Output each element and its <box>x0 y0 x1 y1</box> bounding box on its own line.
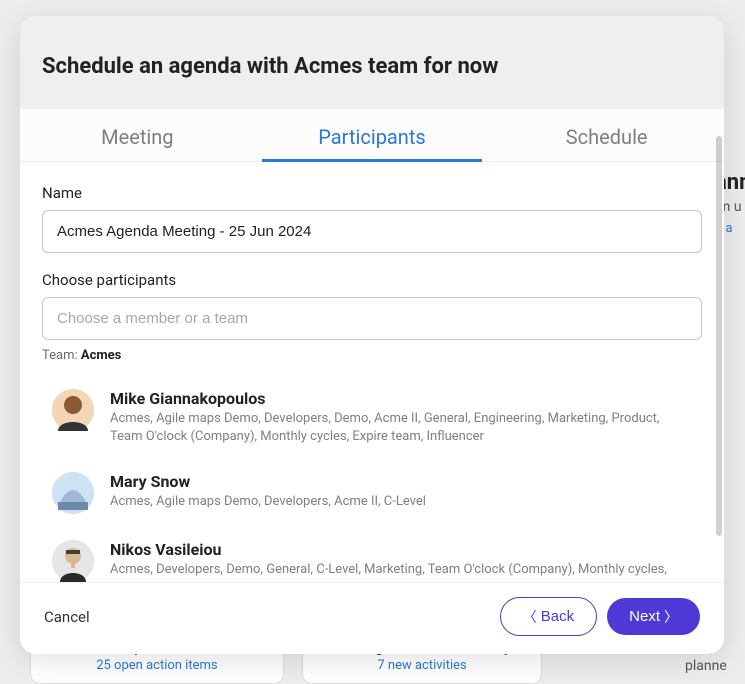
chevron-right-icon: 〉 <box>664 610 678 624</box>
participant-list: Mike Giannakopoulos Acmes, Agile maps De… <box>42 379 702 582</box>
schedule-modal: Schedule an agenda with Acmes team for n… <box>20 16 724 654</box>
modal-body: Name Choose participants Team: Acmes Mik… <box>20 162 724 582</box>
participant-name: Mary Snow <box>110 472 426 491</box>
chevron-left-icon: 〈 <box>523 610 537 624</box>
modal-header: Schedule an agenda with Acmes team for n… <box>20 16 724 109</box>
modal-footer: Cancel 〈 Back Next 〉 <box>20 582 724 654</box>
back-button[interactable]: 〈 Back <box>500 597 597 636</box>
name-input[interactable] <box>42 210 702 253</box>
participant-teams: Acmes, Developers, Demo, General, C-Leve… <box>110 561 670 582</box>
participant-teams: Acmes, Agile maps Demo, Developers, Acme… <box>110 493 426 511</box>
list-item[interactable]: Nikos Vasileiou Acmes, Developers, Demo,… <box>42 530 702 582</box>
participant-name: Nikos Vasileiou <box>110 540 670 559</box>
participant-teams: Acmes, Agile maps Demo, Developers, Demo… <box>110 410 670 446</box>
modal-tabs: Meeting Participants Schedule <box>20 109 724 162</box>
participant-name: Mike Giannakopoulos <box>110 389 670 408</box>
list-item[interactable]: Mary Snow Acmes, Agile maps Demo, Develo… <box>42 462 702 530</box>
tab-schedule[interactable]: Schedule <box>489 109 724 161</box>
next-button[interactable]: Next 〉 <box>607 598 700 635</box>
scrollbar-thumb[interactable] <box>716 136 722 536</box>
next-label: Next <box>629 608 660 625</box>
avatar <box>52 389 94 431</box>
team-note: Team: Acmes <box>42 348 702 363</box>
avatar <box>52 472 94 514</box>
avatar <box>52 540 94 582</box>
participants-input[interactable] <box>42 297 702 340</box>
name-label: Name <box>42 184 702 202</box>
cancel-button[interactable]: Cancel <box>44 608 90 626</box>
tab-meeting[interactable]: Meeting <box>20 109 255 161</box>
list-item[interactable]: Mike Giannakopoulos Acmes, Agile maps De… <box>42 379 702 462</box>
participants-label: Choose participants <box>42 271 702 289</box>
back-label: Back <box>541 608 574 625</box>
team-prefix: Team: <box>42 348 81 363</box>
tab-participants[interactable]: Participants <box>255 109 490 161</box>
modal-title: Schedule an agenda with Acmes team for n… <box>42 54 702 79</box>
team-name: Acmes <box>81 348 121 363</box>
scrollbar[interactable] <box>716 136 722 616</box>
